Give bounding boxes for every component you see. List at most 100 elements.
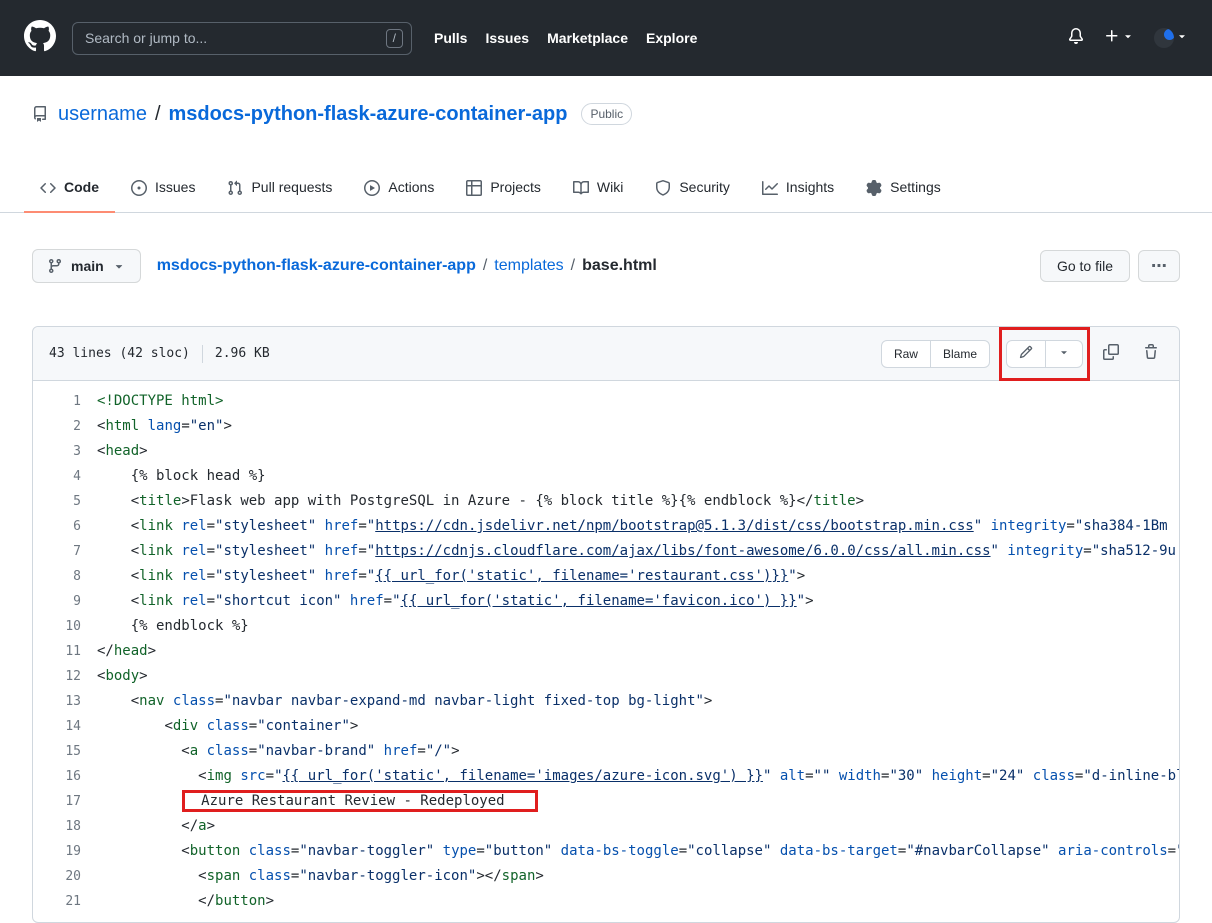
line-content: Azure Restaurant Review - Redeployed	[81, 789, 1179, 814]
line-content: <!DOCTYPE html>	[81, 389, 1179, 414]
caret-down-icon	[1176, 29, 1188, 47]
tab-pull-requests[interactable]: Pull requests	[211, 164, 348, 213]
code-line: 3<head>	[33, 439, 1179, 464]
line-annotation-box: Azure Restaurant Review - Redeployed	[182, 790, 537, 812]
create-new-menu[interactable]	[1104, 28, 1134, 49]
breadcrumb-repo-link[interactable]: msdocs-python-flask-azure-container-app	[157, 257, 476, 275]
line-number[interactable]: 4	[33, 464, 81, 489]
line-content: <div class="container">	[81, 714, 1179, 739]
line-content: <link rel="stylesheet" href="{{ url_for(…	[81, 564, 1179, 589]
line-number[interactable]: 21	[33, 889, 81, 914]
file-actions: Raw Blame	[881, 340, 1163, 368]
raw-blame-group: Raw Blame	[881, 340, 990, 368]
line-content: <link rel="stylesheet" href="https://cdn…	[81, 514, 1179, 539]
tab-insights[interactable]: Insights	[746, 164, 850, 213]
pencil-icon	[1019, 345, 1033, 362]
line-content: <html lang="en">	[81, 414, 1179, 439]
line-content: {% endblock %}	[81, 614, 1179, 639]
line-content: <a class="navbar-brand" href="/">	[81, 739, 1179, 764]
line-number[interactable]: 5	[33, 489, 81, 514]
line-number[interactable]: 19	[33, 839, 81, 864]
code-line: 18 </a>	[33, 814, 1179, 839]
line-number[interactable]: 11	[33, 639, 81, 664]
breadcrumb-folder-link[interactable]: templates	[494, 257, 563, 275]
line-number[interactable]: 7	[33, 539, 81, 564]
raw-button[interactable]: Raw	[881, 340, 931, 368]
breadcrumb: msdocs-python-flask-azure-container-app …	[157, 257, 657, 275]
line-content: <head>	[81, 439, 1179, 464]
tab-issues[interactable]: Issues	[115, 164, 211, 213]
line-number[interactable]: 15	[33, 739, 81, 764]
tab-wiki[interactable]: Wiki	[557, 164, 639, 213]
line-number[interactable]: 1	[33, 389, 81, 414]
search-placeholder: Search or jump to...	[85, 30, 386, 46]
tab-label: Code	[64, 177, 99, 198]
repo-nav: Code Issues Pull requestsActions Projects Wi…	[0, 164, 1212, 213]
file-view: 43 lines (42 sloc) 2.96 KB Raw Blame 1<!…	[32, 326, 1180, 923]
line-number[interactable]: 18	[33, 814, 81, 839]
tab-code[interactable]: Code	[24, 164, 115, 213]
edit-dropdown-button[interactable]	[1045, 340, 1083, 368]
notifications-button[interactable]	[1068, 28, 1084, 49]
delete-file-button[interactable]	[1139, 340, 1163, 367]
edit-button-group	[1006, 340, 1083, 368]
search-input[interactable]: Search or jump to... /	[72, 22, 412, 55]
tab-label: Projects	[490, 177, 541, 198]
code-line: 1<!DOCTYPE html>	[33, 389, 1179, 414]
nav-link-explore[interactable]: Explore	[646, 30, 697, 46]
header-actions	[1068, 28, 1188, 49]
repo-name-link[interactable]: msdocs-python-flask-azure-container-app	[169, 100, 568, 128]
line-number[interactable]: 9	[33, 589, 81, 614]
line-content: </head>	[81, 639, 1179, 664]
line-number[interactable]: 17	[33, 789, 81, 814]
code-line: 7 <link rel="stylesheet" href="https://c…	[33, 539, 1179, 564]
tab-actions[interactable]: Actions	[348, 164, 450, 213]
tab-label: Issues	[155, 177, 195, 198]
line-number[interactable]: 10	[33, 614, 81, 639]
tab-security[interactable]: Security	[639, 164, 746, 213]
line-number[interactable]: 6	[33, 514, 81, 539]
line-number[interactable]: 20	[33, 864, 81, 889]
edit-file-button[interactable]	[1006, 340, 1046, 368]
line-number[interactable]: 16	[33, 764, 81, 789]
line-content: <nav class="navbar navbar-expand-md navb…	[81, 689, 1179, 714]
user-menu[interactable]	[1154, 28, 1188, 48]
code-line: 8 <link rel="stylesheet" href="{{ url_fo…	[33, 564, 1179, 589]
line-content: <img src="{{ url_for('static', filename=…	[81, 764, 1179, 789]
line-number[interactable]: 13	[33, 689, 81, 714]
top-navbar: Search or jump to... / Pulls Issues Market…	[0, 0, 1212, 76]
tab-settings[interactable]: Settings	[850, 164, 957, 213]
github-logo[interactable]	[24, 20, 56, 57]
line-number[interactable]: 3	[33, 439, 81, 464]
line-content: </button>	[81, 889, 1179, 914]
git-pull-request-icon	[227, 180, 243, 196]
git-branch-icon	[47, 258, 63, 274]
copy-icon	[1103, 344, 1119, 363]
nav-link-marketplace[interactable]: Marketplace	[547, 30, 628, 46]
line-content: <link rel="stylesheet" href="https://cdn…	[81, 539, 1179, 564]
line-number[interactable]: 12	[33, 664, 81, 689]
code-line: 13 <nav class="navbar navbar-expand-md n…	[33, 689, 1179, 714]
line-number[interactable]: 14	[33, 714, 81, 739]
play-icon	[364, 180, 380, 196]
copy-file-button[interactable]	[1099, 340, 1123, 367]
go-to-file-button[interactable]: Go to file	[1040, 250, 1130, 282]
code-line: 19 <button class="navbar-toggler" type="…	[33, 839, 1179, 864]
more-options-button[interactable]: ⋯	[1138, 250, 1180, 282]
tab-label: Insights	[786, 177, 834, 198]
line-number[interactable]: 8	[33, 564, 81, 589]
tab-label: Settings	[890, 177, 941, 198]
line-number[interactable]: 2	[33, 414, 81, 439]
line-content: <title>Flask web app with PostgreSQL in …	[81, 489, 1179, 514]
nav-link-pulls[interactable]: Pulls	[434, 30, 467, 46]
nav-link-issues[interactable]: Issues	[485, 30, 529, 46]
blame-button[interactable]: Blame	[930, 340, 990, 368]
line-content: {% block head %}	[81, 464, 1179, 489]
meta-divider	[202, 345, 203, 363]
table-icon	[466, 180, 482, 196]
repo-owner-link[interactable]: username	[58, 100, 147, 128]
code-line: 21 </button>	[33, 889, 1179, 914]
branch-selector-button[interactable]: main	[32, 249, 141, 283]
slash-key-hint: /	[386, 29, 403, 48]
tab-projects[interactable]: Projects	[450, 164, 557, 213]
